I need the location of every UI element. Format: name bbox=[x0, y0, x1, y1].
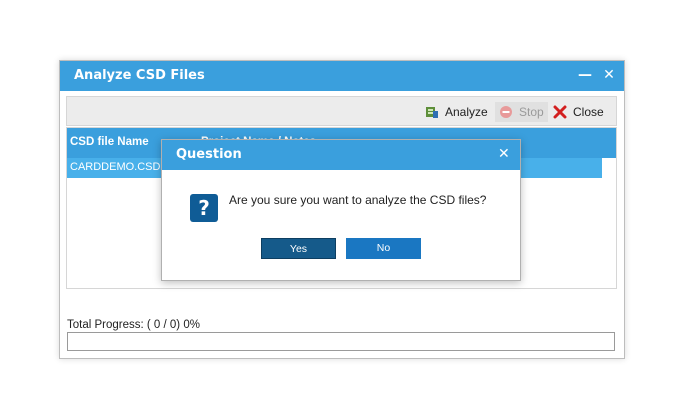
close-label: Close bbox=[573, 105, 604, 119]
toolbar: Analyze Stop Close bbox=[66, 96, 617, 126]
stop-icon bbox=[500, 106, 512, 118]
dialog-close-button[interactable]: ✕ bbox=[498, 146, 510, 162]
window-title: Analyze CSD Files bbox=[74, 68, 205, 83]
yes-button[interactable]: Yes bbox=[261, 238, 336, 259]
dialog-titlebar: Question ✕ bbox=[162, 140, 520, 170]
no-button[interactable]: No bbox=[346, 238, 421, 259]
window-close-button[interactable]: ✕ bbox=[601, 67, 617, 83]
dialog-title: Question bbox=[176, 147, 242, 162]
column-header-file-name[interactable]: CSD file Name bbox=[70, 136, 149, 148]
analyze-button[interactable]: Analyze bbox=[425, 102, 488, 122]
total-progress-bar bbox=[67, 332, 615, 351]
red-x-icon bbox=[553, 105, 567, 119]
file-name-cell: CARDDEMO.CSD bbox=[70, 161, 161, 173]
minimize-button[interactable]: — bbox=[577, 67, 593, 83]
analyze-label: Analyze bbox=[445, 105, 488, 119]
question-icon: ? bbox=[190, 194, 218, 222]
analyze-icon bbox=[426, 107, 438, 118]
toolbar-close-button[interactable]: Close bbox=[553, 102, 604, 122]
question-dialog: Question ✕ ? Are you sure you want to an… bbox=[161, 139, 521, 281]
window-titlebar: Analyze CSD Files — ✕ bbox=[60, 61, 624, 91]
dialog-message: Are you sure you want to analyze the CSD… bbox=[229, 193, 487, 207]
stop-button[interactable]: Stop bbox=[495, 102, 548, 122]
stop-label: Stop bbox=[519, 105, 544, 119]
total-progress-label: Total Progress: ( 0 / 0) 0% bbox=[67, 319, 200, 331]
